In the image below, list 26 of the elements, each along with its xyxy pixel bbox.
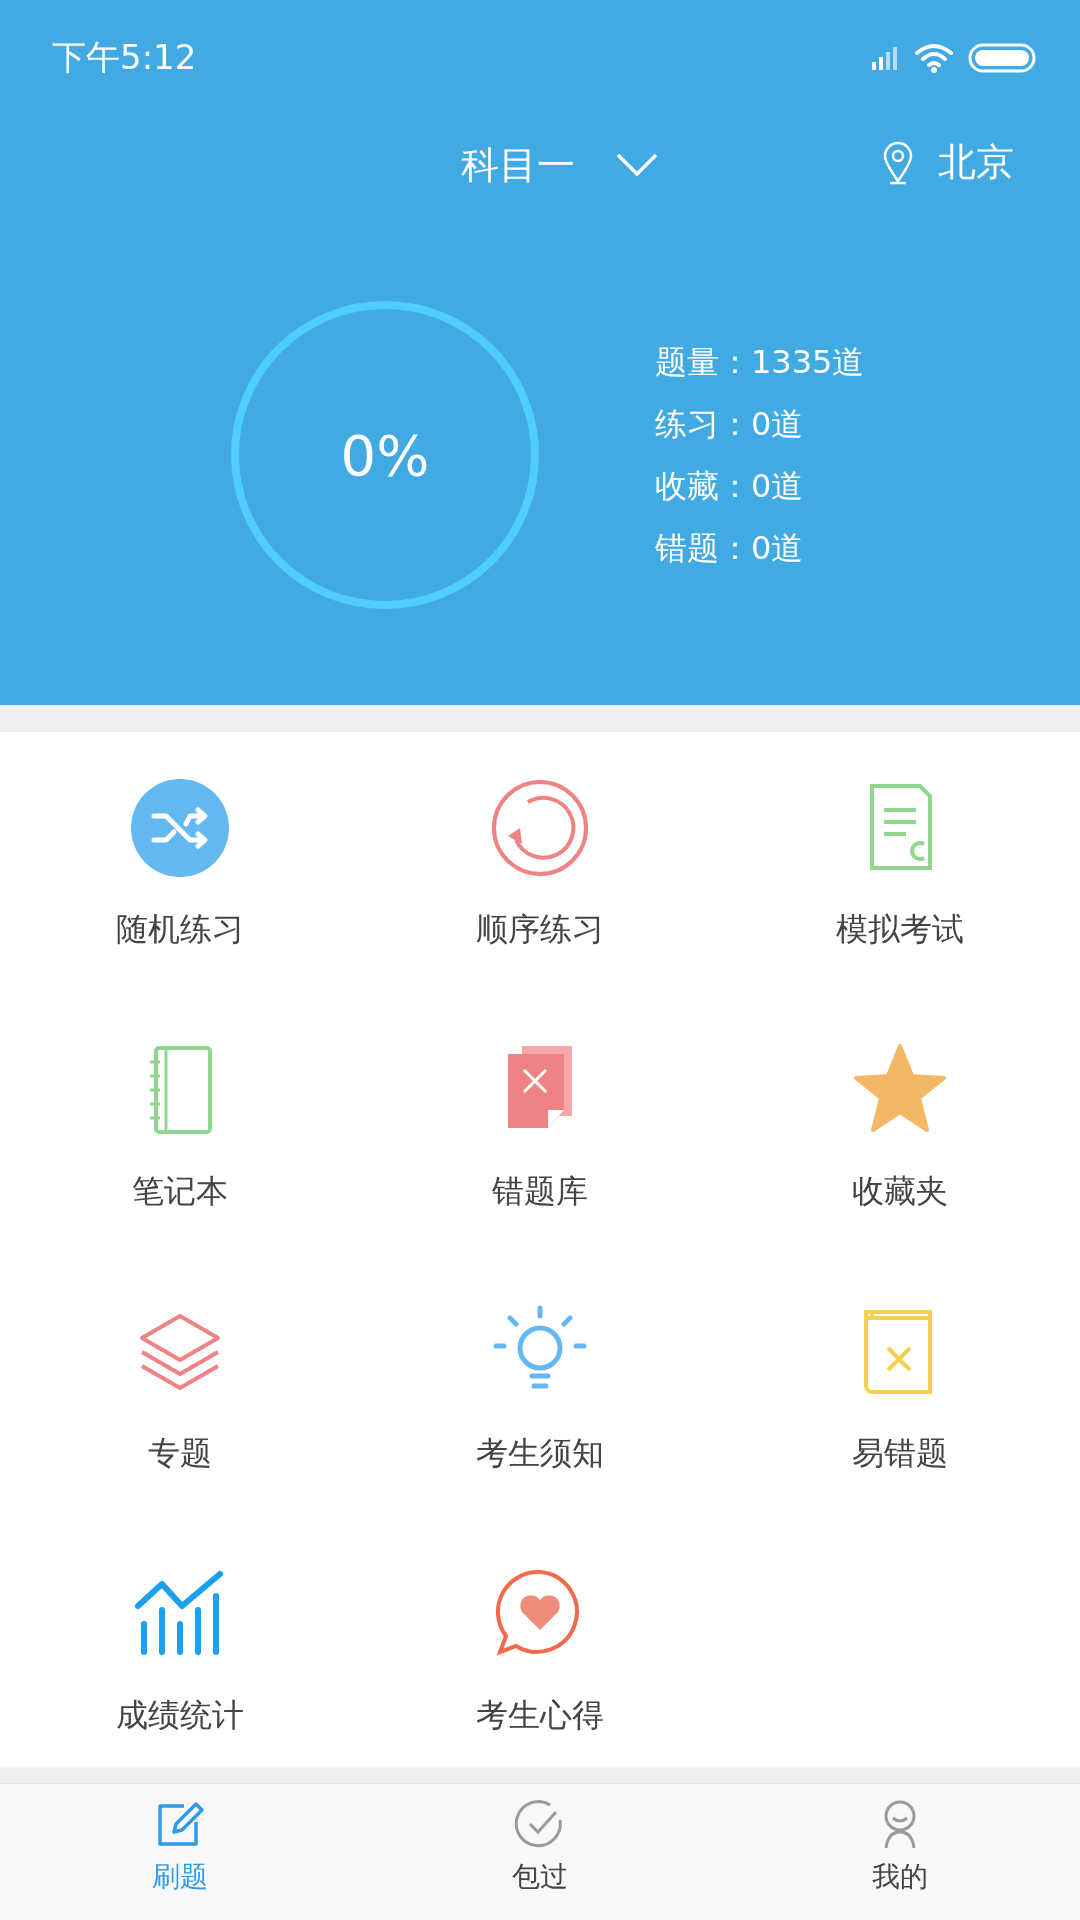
progress-percent: 0% — [340, 422, 430, 488]
nav-tab[interactable]: 包过 — [360, 1784, 720, 1920]
menu-item[interactable]: 考生心得 — [360, 1528, 720, 1758]
signal-icon — [870, 45, 900, 70]
stat-text: 练习：0道 — [655, 404, 805, 445]
location-pin-icon — [882, 140, 914, 185]
status-time: 下午5:12 — [52, 35, 197, 79]
menu-item[interactable]: 成绩统计 — [0, 1528, 360, 1758]
stat-text: 收藏：0道 — [655, 466, 805, 507]
chevron-down-icon — [615, 152, 659, 178]
shuffle-icon — [130, 778, 230, 878]
menu-item[interactable]: 专题 — [0, 1266, 360, 1496]
menu-item[interactable]: 笔记本 — [0, 1004, 360, 1234]
replay-circle-icon — [490, 778, 590, 878]
nav-tab[interactable]: 我的 — [720, 1784, 1080, 1920]
battery-icon — [968, 42, 1036, 73]
stat-text: 题量：1335道 — [655, 342, 865, 383]
menu-item[interactable]: 易错题 — [720, 1266, 1080, 1496]
menu-item[interactable]: 模拟考试 — [720, 742, 1080, 972]
menu-item[interactable]: 错题库 — [360, 1004, 720, 1234]
stat-text: 错题：0道 — [655, 528, 805, 569]
wifi-icon — [914, 42, 954, 73]
menu-item[interactable]: 随机练习 — [0, 742, 360, 972]
menu-item[interactable]: 收藏夹 — [720, 1004, 1080, 1234]
menu-item[interactable]: 考生须知 — [360, 1266, 720, 1496]
menu-item[interactable]: 顺序练习 — [360, 742, 720, 972]
